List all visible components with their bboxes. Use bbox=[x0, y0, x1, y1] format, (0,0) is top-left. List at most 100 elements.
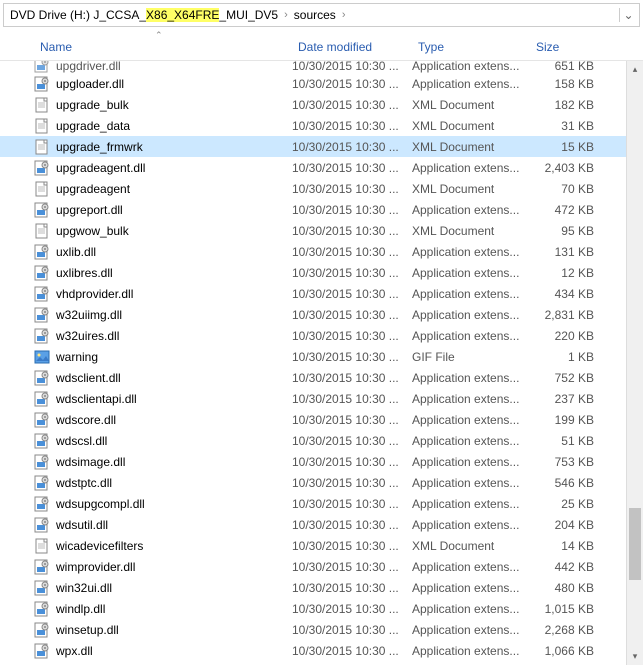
file-size: 1 KB bbox=[530, 350, 600, 364]
file-name: wicadevicefilters bbox=[56, 539, 292, 553]
file-type: XML Document bbox=[412, 98, 530, 112]
file-size: 15 KB bbox=[530, 140, 600, 154]
file-icon bbox=[34, 370, 50, 386]
file-date: 10/30/2015 10:30 ... bbox=[292, 329, 412, 343]
file-row[interactable]: upgrade_frmwrk10/30/2015 10:30 ...XML Do… bbox=[0, 136, 643, 157]
file-name: winsetup.dll bbox=[56, 623, 292, 637]
file-row[interactable]: upgdriver.dll10/30/2015 10:30 ...Applica… bbox=[0, 61, 643, 73]
file-name: vhdprovider.dll bbox=[56, 287, 292, 301]
file-row[interactable]: wdsupgcompl.dll10/30/2015 10:30 ...Appli… bbox=[0, 493, 643, 514]
file-size: 753 KB bbox=[530, 455, 600, 469]
file-type: Application extens... bbox=[412, 476, 530, 490]
column-header-name[interactable]: Name bbox=[34, 38, 292, 56]
file-row[interactable]: win32ui.dll10/30/2015 10:30 ...Applicati… bbox=[0, 577, 643, 598]
scrollbar[interactable]: ▴ ▾ bbox=[626, 61, 643, 665]
file-icon bbox=[34, 391, 50, 407]
file-date: 10/30/2015 10:30 ... bbox=[292, 623, 412, 637]
file-size: 237 KB bbox=[530, 392, 600, 406]
file-date: 10/30/2015 10:30 ... bbox=[292, 392, 412, 406]
address-dropdown-button[interactable]: ⌄ bbox=[619, 8, 637, 22]
file-date: 10/30/2015 10:30 ... bbox=[292, 560, 412, 574]
file-row[interactable]: upgreport.dll10/30/2015 10:30 ...Applica… bbox=[0, 199, 643, 220]
file-row[interactable]: vhdprovider.dll10/30/2015 10:30 ...Appli… bbox=[0, 283, 643, 304]
chevron-right-icon[interactable]: › bbox=[340, 9, 348, 21]
file-row[interactable]: wpx.dll10/30/2015 10:30 ...Application e… bbox=[0, 640, 643, 661]
file-date: 10/30/2015 10:30 ... bbox=[292, 581, 412, 595]
file-icon bbox=[34, 286, 50, 302]
file-name: wpx.dll bbox=[56, 644, 292, 658]
chevron-right-icon[interactable]: › bbox=[282, 9, 290, 21]
scroll-track[interactable] bbox=[627, 78, 643, 648]
file-size: 158 KB bbox=[530, 77, 600, 91]
file-row[interactable]: wicadevicefilters10/30/2015 10:30 ...XML… bbox=[0, 535, 643, 556]
column-header-date[interactable]: Date modified bbox=[292, 38, 412, 56]
column-header-type[interactable]: Type bbox=[412, 38, 530, 56]
file-row[interactable]: wimprovider.dll10/30/2015 10:30 ...Appli… bbox=[0, 556, 643, 577]
file-type: Application extens... bbox=[412, 245, 530, 259]
file-row[interactable]: wdscsl.dll10/30/2015 10:30 ...Applicatio… bbox=[0, 430, 643, 451]
file-row[interactable]: wdstptc.dll10/30/2015 10:30 ...Applicati… bbox=[0, 472, 643, 493]
file-name: win32ui.dll bbox=[56, 581, 292, 595]
scroll-thumb[interactable] bbox=[629, 508, 641, 580]
column-headers: Name Date modified Type Size bbox=[0, 33, 643, 61]
file-type: Application extens... bbox=[412, 287, 530, 301]
file-size: 752 KB bbox=[530, 371, 600, 385]
file-type: Application extens... bbox=[412, 581, 530, 595]
file-type: XML Document bbox=[412, 182, 530, 196]
file-name: upgrade_bulk bbox=[56, 98, 292, 112]
file-icon bbox=[34, 517, 50, 533]
file-date: 10/30/2015 10:30 ... bbox=[292, 539, 412, 553]
file-row[interactable]: upgradeagent.dll10/30/2015 10:30 ...Appl… bbox=[0, 157, 643, 178]
file-row[interactable]: warning10/30/2015 10:30 ...GIF File1 KB bbox=[0, 346, 643, 367]
file-type: Application extens... bbox=[412, 602, 530, 616]
file-size: 1,066 KB bbox=[530, 644, 600, 658]
file-row[interactable]: upgradeagent10/30/2015 10:30 ...XML Docu… bbox=[0, 178, 643, 199]
scroll-down-button[interactable]: ▾ bbox=[627, 648, 643, 665]
file-type: Application extens... bbox=[412, 203, 530, 217]
file-size: 199 KB bbox=[530, 413, 600, 427]
file-size: 434 KB bbox=[530, 287, 600, 301]
file-date: 10/30/2015 10:30 ... bbox=[292, 266, 412, 280]
file-name: upgreport.dll bbox=[56, 203, 292, 217]
breadcrumb-drive[interactable]: DVD Drive (H:) J_CCSA_X86_X64FRE_MUI_DV5 bbox=[6, 4, 282, 26]
file-row[interactable]: w32uires.dll10/30/2015 10:30 ...Applicat… bbox=[0, 325, 643, 346]
file-name: wdsupgcompl.dll bbox=[56, 497, 292, 511]
file-row[interactable]: w32uiimg.dll10/30/2015 10:30 ...Applicat… bbox=[0, 304, 643, 325]
file-row[interactable]: wdsutil.dll10/30/2015 10:30 ...Applicati… bbox=[0, 514, 643, 535]
file-row[interactable]: wdsclient.dll10/30/2015 10:30 ...Applica… bbox=[0, 367, 643, 388]
file-row[interactable]: winsetup.dll10/30/2015 10:30 ...Applicat… bbox=[0, 619, 643, 640]
file-size: 442 KB bbox=[530, 560, 600, 574]
file-icon bbox=[34, 454, 50, 470]
file-row[interactable]: upgrade_data10/30/2015 10:30 ...XML Docu… bbox=[0, 115, 643, 136]
file-row[interactable]: windlp.dll10/30/2015 10:30 ...Applicatio… bbox=[0, 598, 643, 619]
file-icon bbox=[34, 76, 50, 92]
file-row[interactable]: wdsclientapi.dll10/30/2015 10:30 ...Appl… bbox=[0, 388, 643, 409]
address-bar[interactable]: DVD Drive (H:) J_CCSA_X86_X64FRE_MUI_DV5… bbox=[3, 3, 640, 27]
file-size: 220 KB bbox=[530, 329, 600, 343]
file-date: 10/30/2015 10:30 ... bbox=[292, 455, 412, 469]
file-type: XML Document bbox=[412, 140, 530, 154]
file-size: 204 KB bbox=[530, 518, 600, 532]
file-row[interactable]: wdscore.dll10/30/2015 10:30 ...Applicati… bbox=[0, 409, 643, 430]
file-row[interactable]: upgloader.dll10/30/2015 10:30 ...Applica… bbox=[0, 73, 643, 94]
file-icon bbox=[34, 244, 50, 260]
file-type: XML Document bbox=[412, 119, 530, 133]
file-date: 10/30/2015 10:30 ... bbox=[292, 161, 412, 175]
file-type: Application extens... bbox=[412, 413, 530, 427]
file-row[interactable]: upgwow_bulk10/30/2015 10:30 ...XML Docum… bbox=[0, 220, 643, 241]
breadcrumb-folder[interactable]: sources bbox=[290, 4, 340, 26]
file-row[interactable]: wdsimage.dll10/30/2015 10:30 ...Applicat… bbox=[0, 451, 643, 472]
column-header-size[interactable]: Size bbox=[530, 38, 610, 56]
file-date: 10/30/2015 10:30 ... bbox=[292, 182, 412, 196]
file-row[interactable]: uxlibres.dll10/30/2015 10:30 ...Applicat… bbox=[0, 262, 643, 283]
file-row[interactable]: upgrade_bulk10/30/2015 10:30 ...XML Docu… bbox=[0, 94, 643, 115]
file-row[interactable]: uxlib.dll10/30/2015 10:30 ...Application… bbox=[0, 241, 643, 262]
file-type: Application extens... bbox=[412, 329, 530, 343]
file-type: XML Document bbox=[412, 539, 530, 553]
scroll-up-button[interactable]: ▴ bbox=[627, 61, 643, 78]
file-date: 10/30/2015 10:30 ... bbox=[292, 140, 412, 154]
file-date: 10/30/2015 10:30 ... bbox=[292, 308, 412, 322]
file-date: 10/30/2015 10:30 ... bbox=[292, 371, 412, 385]
file-name: w32uires.dll bbox=[56, 329, 292, 343]
breadcrumb-highlight: X86_X64FRE bbox=[146, 8, 219, 22]
